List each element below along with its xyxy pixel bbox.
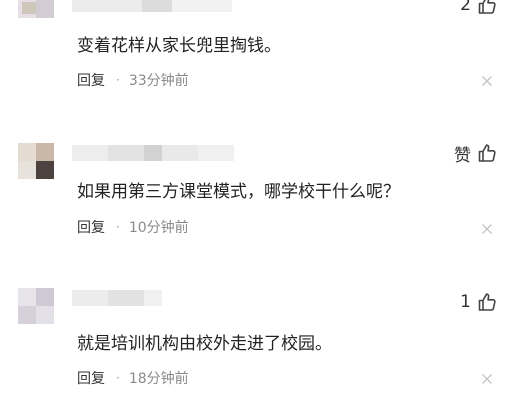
like-count: 1 [460, 292, 471, 312]
comment-meta: 回复 · 18分钟前 [77, 368, 189, 388]
like-count: 2 [460, 0, 471, 15]
thumbs-up-icon [478, 0, 496, 14]
thumbs-up-icon [478, 144, 496, 162]
reply-button[interactable]: 回复 [77, 217, 105, 237]
comment-meta: 回复 · 33分钟前 [77, 70, 189, 90]
like-button[interactable]: 赞 [454, 141, 497, 166]
like-label: 赞 [454, 145, 471, 166]
avatar[interactable] [18, 0, 54, 18]
timestamp: 18分钟前 [128, 371, 189, 387]
reply-button[interactable]: 回复 [77, 368, 105, 388]
like-button[interactable]: 1 [460, 290, 497, 314]
separator-dot: · [116, 220, 120, 234]
thumbs-up-icon [478, 293, 496, 311]
close-x-icon[interactable] [481, 75, 493, 87]
reply-button[interactable]: 回复 [77, 70, 105, 90]
separator-dot: · [116, 371, 120, 385]
like-button[interactable]: 2 [460, 0, 497, 17]
avatar[interactable] [18, 288, 54, 324]
timestamp: 10分钟前 [128, 220, 189, 236]
timestamp: 33分钟前 [128, 73, 189, 89]
comment-meta: 回复 · 10分钟前 [77, 217, 189, 237]
comment-text: 变着花样从家长兜里掏钱。 [77, 36, 281, 56]
separator-dot: · [116, 73, 120, 87]
comment-text: 就是培训机构由校外走进了校园。 [77, 334, 332, 354]
close-x-icon[interactable] [481, 223, 493, 235]
comment-text: 如果用第三方课堂模式，哪学校干什么呢？ [77, 182, 400, 202]
close-x-icon[interactable] [481, 373, 493, 385]
avatar[interactable] [18, 143, 54, 179]
